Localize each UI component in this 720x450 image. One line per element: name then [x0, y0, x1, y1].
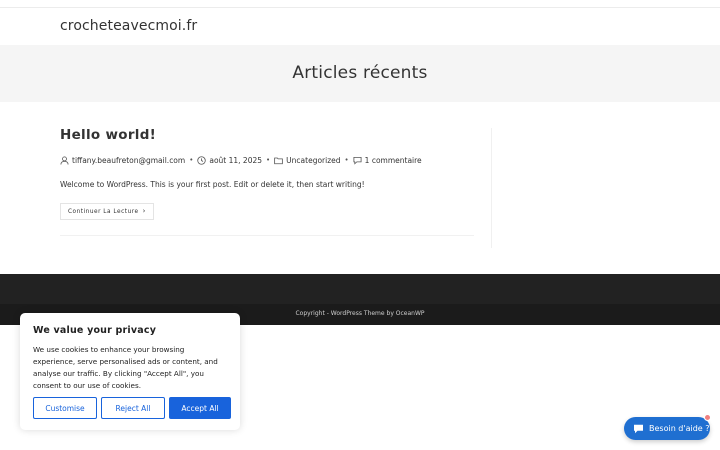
notification-dot	[704, 414, 711, 421]
post-category-link[interactable]: Uncategorized	[286, 156, 340, 165]
chat-bubble-icon	[633, 424, 644, 434]
post-list: Hello world! tiffany.beaufreton@gmail.co…	[60, 128, 474, 236]
post-article: Hello world! tiffany.beaufreton@gmail.co…	[60, 128, 474, 236]
post-meta: tiffany.beaufreton@gmail.com • août 11, …	[60, 154, 474, 166]
folder-icon	[274, 156, 283, 165]
read-more-label: Continuer La Lecture	[68, 208, 139, 215]
page-title: Articles récents	[292, 63, 428, 83]
cookie-buttons: Customise Reject All Accept All	[33, 397, 231, 419]
cookie-description: We use cookies to enhance your browsing …	[33, 345, 218, 390]
accept-all-button[interactable]: Accept All	[169, 397, 231, 419]
cookie-consent-banner: We value your privacy We use cookies to …	[20, 313, 240, 430]
reject-all-button[interactable]: Reject All	[101, 397, 165, 419]
post-title-link[interactable]: Hello world!	[60, 128, 474, 143]
post-comments-link[interactable]: 1 commentaire	[365, 156, 422, 165]
site-title-link[interactable]: crocheteavecmoi.fr	[60, 18, 197, 34]
meta-separator: •	[189, 156, 194, 164]
meta-separator: •	[344, 156, 349, 164]
chat-help-button[interactable]: Besoin d'aide ?	[624, 417, 710, 440]
post-date: août 11, 2025	[209, 155, 263, 165]
post-divider	[60, 235, 474, 236]
comment-icon	[353, 156, 362, 165]
chevron-right-icon: ›	[142, 207, 146, 215]
post-author-link[interactable]: tiffany.beaufreton@gmail.com	[72, 156, 185, 165]
user-icon	[60, 155, 69, 165]
post-excerpt: Welcome to WordPress. This is your first…	[60, 180, 365, 189]
sidebar-divider	[491, 128, 492, 248]
read-more-button[interactable]: Continuer La Lecture ›	[60, 203, 154, 220]
customise-button[interactable]: Customise	[33, 397, 97, 419]
footer-widgets	[0, 274, 720, 304]
site-header: crocheteavecmoi.fr	[0, 8, 720, 45]
top-bar	[0, 0, 720, 8]
meta-separator: •	[266, 156, 271, 164]
cookie-title: We value your privacy	[33, 325, 157, 336]
page-header: Articles récents	[0, 45, 720, 102]
clock-icon	[197, 155, 207, 165]
chat-label: Besoin d'aide ?	[649, 424, 710, 433]
